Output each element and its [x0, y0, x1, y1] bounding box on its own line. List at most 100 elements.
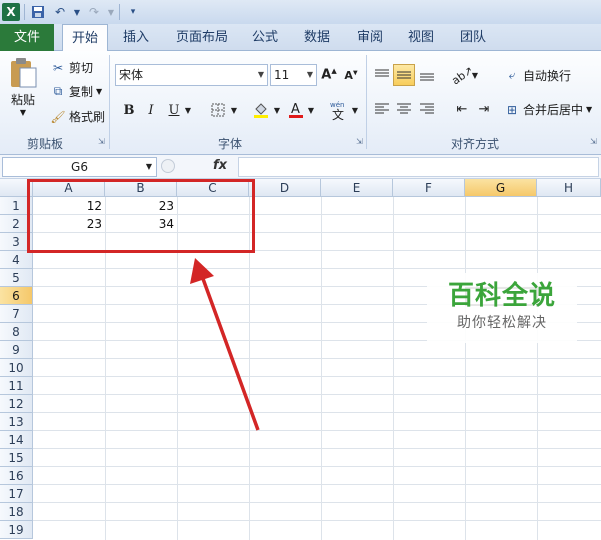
gridline: [321, 197, 322, 540]
undo-icon[interactable]: ↶: [51, 3, 69, 21]
formula-input[interactable]: [238, 157, 599, 177]
column-header-e[interactable]: E: [321, 179, 393, 197]
decrease-indent-icon: ⇤: [456, 101, 468, 117]
tab-file[interactable]: 文件: [0, 24, 54, 51]
fill-bucket-icon: [254, 103, 268, 118]
column-header-h[interactable]: H: [537, 179, 601, 197]
increase-indent-icon: ⇥: [478, 101, 490, 117]
qat-separator: [24, 4, 25, 20]
column-header-d[interactable]: D: [249, 179, 321, 197]
align-center-icon: [397, 103, 411, 114]
copy-button[interactable]: ⧉ 复制 ▼: [50, 83, 102, 100]
quick-access-toolbar: X ↶ ▼ ↷ ▼ ▾: [0, 0, 601, 24]
row-header-9[interactable]: 9: [0, 341, 33, 359]
font-color-icon: A: [289, 102, 303, 118]
tab-home[interactable]: 开始: [62, 24, 108, 52]
row-header-11[interactable]: 11: [0, 377, 33, 395]
align-center-button[interactable]: [393, 98, 415, 120]
italic-button[interactable]: I: [140, 99, 162, 121]
row-header-13[interactable]: 13: [0, 413, 33, 431]
phonetic-dropdown-icon[interactable]: ▼: [350, 99, 360, 121]
underline-dropdown-icon[interactable]: ▼: [182, 99, 194, 121]
tab-page-layout[interactable]: 页面布局: [170, 24, 234, 51]
format-painter-button[interactable]: 🖌 格式刷: [50, 108, 105, 125]
align-middle-button[interactable]: [393, 64, 415, 86]
formula-divider-handle[interactable]: [161, 159, 175, 173]
row-header-19[interactable]: 19: [0, 521, 33, 539]
insert-function-icon[interactable]: fx: [213, 158, 227, 173]
row-header-17[interactable]: 17: [0, 485, 33, 503]
format-painter-label: 格式刷: [69, 110, 106, 124]
column-header-f[interactable]: F: [393, 179, 465, 197]
name-box[interactable]: G6 ▼: [2, 157, 157, 177]
align-top-icon: [375, 69, 389, 77]
row-header-16[interactable]: 16: [0, 467, 33, 485]
phonetic-button[interactable]: wén 文: [326, 97, 352, 123]
grow-font-button[interactable]: A▲: [318, 64, 340, 86]
row-header-18[interactable]: 18: [0, 503, 33, 521]
fill-dropdown-icon[interactable]: ▼: [271, 99, 283, 121]
row-header-4[interactable]: 4: [0, 251, 33, 269]
tab-review[interactable]: 审阅: [350, 24, 390, 51]
row-header-10[interactable]: 10: [0, 359, 33, 377]
fill-color-button[interactable]: [250, 99, 272, 121]
font-name-combo[interactable]: 宋体 ▼: [115, 64, 268, 86]
row-header-15[interactable]: 15: [0, 449, 33, 467]
gridline: [33, 376, 601, 377]
row-header-14[interactable]: 14: [0, 431, 33, 449]
undo-dropdown-icon[interactable]: ▼: [73, 3, 81, 21]
align-right-button[interactable]: [416, 98, 438, 120]
clipboard-launcher-icon[interactable]: ⇲: [98, 137, 105, 146]
font-size-combo[interactable]: 11 ▼: [270, 64, 317, 86]
merge-center-button[interactable]: ⊞ 合并后居中 ▼: [504, 101, 592, 118]
tab-insert[interactable]: 插入: [114, 24, 158, 51]
row-header-6[interactable]: 6: [0, 287, 33, 305]
gridline: [33, 520, 601, 521]
formula-bar: G6 ▼ fx: [0, 155, 601, 179]
align-top-button[interactable]: [371, 64, 393, 86]
phonetic-icon: wén文: [330, 101, 344, 122]
shrink-font-button[interactable]: A▼: [340, 64, 362, 86]
chevron-down-icon: ▼: [306, 70, 313, 79]
paste-button[interactable]: 粘贴 ▼: [8, 57, 38, 117]
row-header-5[interactable]: 5: [0, 269, 33, 287]
scissors-icon: ✂: [52, 60, 64, 75]
font-launcher-icon[interactable]: ⇲: [356, 137, 363, 146]
tab-team[interactable]: 团队: [453, 24, 493, 51]
tab-formulas[interactable]: 公式: [245, 24, 285, 51]
redo-dropdown-icon[interactable]: ▼: [107, 3, 115, 21]
merge-dropdown-icon: ▼: [586, 105, 593, 114]
redo-icon[interactable]: ↷: [85, 3, 103, 21]
row-header-12[interactable]: 12: [0, 395, 33, 413]
tab-data[interactable]: 数据: [297, 24, 337, 51]
gridline: [465, 197, 466, 540]
row-header-8[interactable]: 8: [0, 323, 33, 341]
increase-indent-button[interactable]: ⇥: [473, 98, 495, 120]
group-separator: [366, 55, 367, 149]
tab-view[interactable]: 视图: [401, 24, 441, 51]
excel-logo-icon[interactable]: X: [2, 3, 20, 21]
decrease-indent-button[interactable]: ⇤: [451, 98, 473, 120]
customize-qat-icon[interactable]: ▾: [124, 3, 142, 21]
copy-label: 复制: [69, 85, 94, 99]
borders-button[interactable]: [207, 99, 229, 121]
alignment-launcher-icon[interactable]: ⇲: [590, 137, 597, 146]
gridline: [33, 502, 601, 503]
spreadsheet-grid[interactable]: A B C D E F G H 1 2 3 4 5 6 7 8 9 10 11 …: [0, 179, 601, 540]
row-header-7[interactable]: 7: [0, 305, 33, 323]
borders-dropdown-icon[interactable]: ▼: [228, 99, 240, 121]
font-color-dropdown-icon[interactable]: ▼: [305, 99, 317, 121]
bold-button[interactable]: B: [118, 99, 140, 121]
align-bottom-button[interactable]: [416, 64, 438, 86]
paste-label: 粘贴: [10, 93, 35, 107]
orientation-dropdown-icon[interactable]: ▼: [470, 64, 480, 86]
align-left-button[interactable]: [371, 98, 393, 120]
column-header-g[interactable]: G: [465, 179, 537, 197]
save-icon[interactable]: [29, 3, 47, 21]
align-bottom-icon: [420, 73, 434, 81]
font-color-button[interactable]: A: [285, 99, 307, 121]
font-size-value: 11: [274, 68, 290, 82]
cut-button[interactable]: ✂ 剪切: [50, 59, 93, 76]
wrap-text-button[interactable]: ⤶ 自动换行: [504, 67, 571, 84]
chevron-down-icon: ▼: [257, 70, 264, 79]
